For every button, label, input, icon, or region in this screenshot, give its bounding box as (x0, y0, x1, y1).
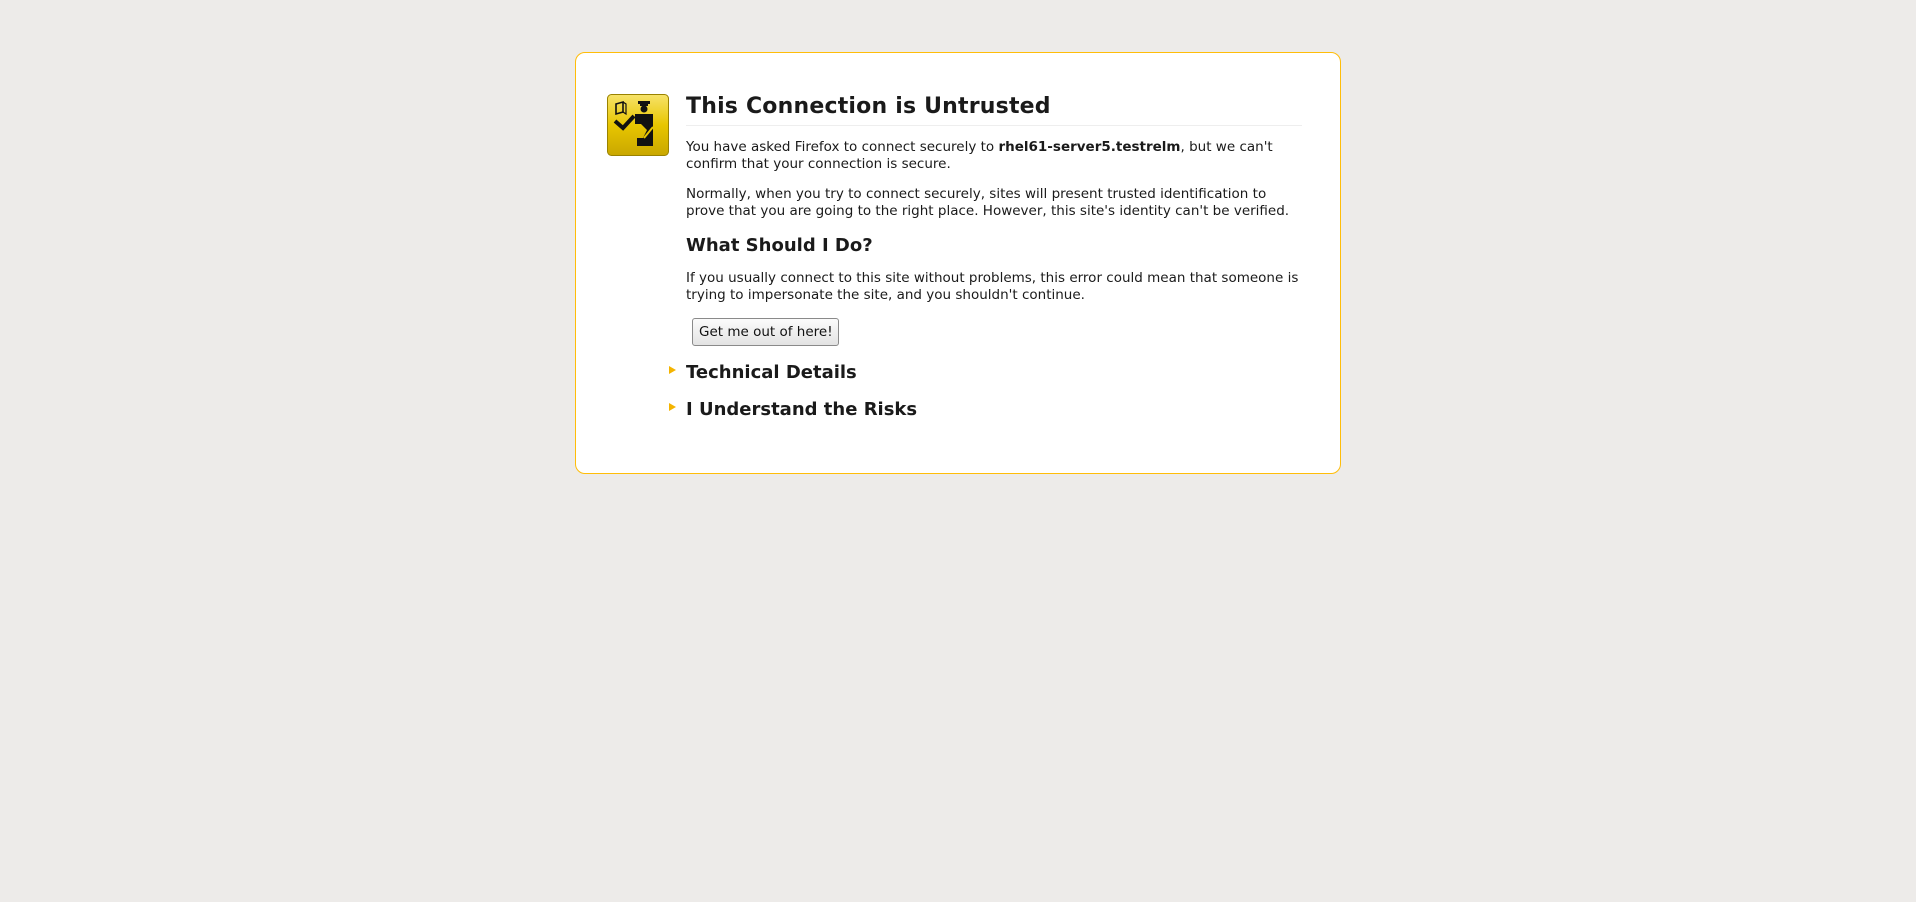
error-page-container: This Connection is Untrusted You have as… (575, 52, 1341, 474)
explanation-text: Normally, when you try to connect secure… (686, 186, 1290, 219)
button-row: Get me out of here! (686, 318, 1302, 346)
get-me-out-button[interactable]: Get me out of here! (692, 318, 839, 346)
triangle-right-icon (669, 403, 676, 411)
triangle-right-icon (669, 366, 676, 374)
technical-details-label: Technical Details (686, 362, 857, 383)
technical-details-expander[interactable]: Technical Details (669, 362, 1302, 384)
intro-text-before: You have asked Firefox to connect secure… (686, 139, 999, 155)
intro-text: You have asked Firefox to connect secure… (686, 139, 1302, 173)
host-name: rhel61-server5.testrelm (998, 139, 1181, 155)
page-title: This Connection is Untrusted (686, 93, 1302, 126)
understand-risks-label: I Understand the Risks (686, 399, 918, 420)
error-content: This Connection is Untrusted You have as… (669, 93, 1302, 421)
advice-text: If you usually connect to this site with… (686, 270, 1299, 303)
understand-risks-expander[interactable]: I Understand the Risks (669, 399, 1302, 421)
what-should-i-do-heading: What Should I Do? (686, 235, 873, 256)
certificate-error-icon (607, 94, 669, 156)
